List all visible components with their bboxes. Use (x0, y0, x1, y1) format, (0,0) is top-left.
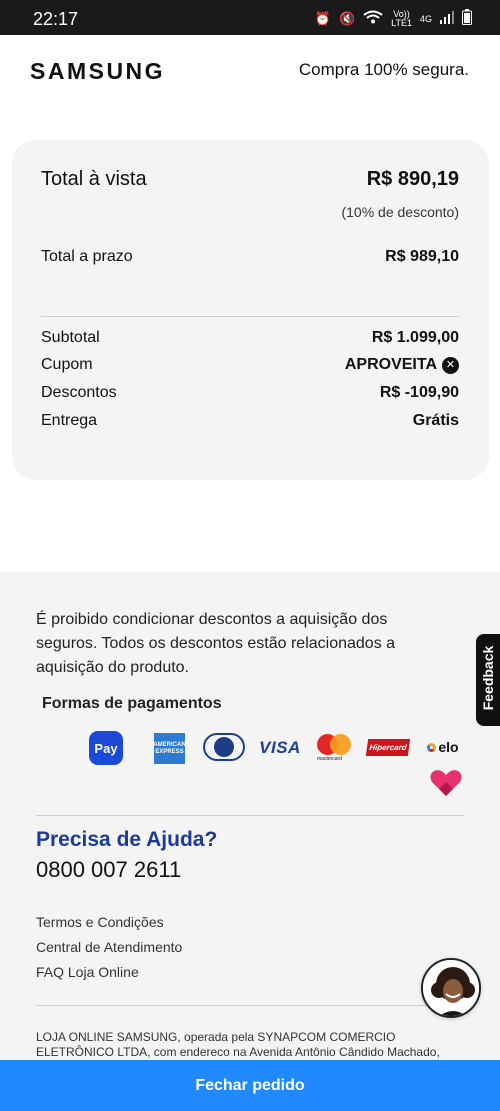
total-cash-row: Total à vista R$ 890,19 (41, 168, 459, 191)
subtotal-label: Subtotal (41, 329, 100, 346)
feedback-tab[interactable]: Feedback (476, 634, 500, 726)
chat-assistant-avatar[interactable] (421, 958, 481, 1018)
discount-note-row: (10% de desconto) (41, 204, 459, 220)
coupon-value: APROVEITA ✕ (345, 356, 459, 374)
footer: É proibido condicionar descontos a aquis… (0, 572, 500, 1111)
samsung-pay-text: Pay (94, 740, 118, 756)
hipercard-text: Hipercard (368, 743, 408, 752)
discounts-value: R$ -109,90 (379, 384, 459, 401)
feedback-label: Feedback (480, 645, 496, 711)
header: SAMSUNG Compra 100% segura. (0, 35, 500, 105)
total-cash-label: Total à vista (41, 168, 147, 190)
alarm-icon: ⏰ (314, 10, 331, 26)
delivery-row: Entrega Grátis (41, 412, 459, 430)
subtotal-value: R$ 1.099,00 (371, 329, 459, 346)
lte-label: LTE1 (391, 17, 412, 28)
coupon-row: Cupom APROVEITA ✕ (41, 356, 459, 374)
amex-text: AMERICAN EXPRESS (153, 741, 186, 755)
heart-payment-icon (429, 769, 463, 797)
total-installments-label: Total a prazo (41, 248, 133, 265)
diners-inner-circle (214, 737, 234, 757)
order-summary-card: Total à vista R$ 890,19 (10% de desconto… (12, 140, 489, 480)
mastercard-text: mastercard (317, 756, 343, 762)
samsung-pay-logo: Pay (89, 731, 123, 765)
payment-methods-title: Formas de pagamentos (42, 695, 222, 712)
mute-icon: 🔇 (338, 10, 356, 26)
delivery-value: Grátis (412, 412, 459, 429)
help-divider (36, 815, 464, 816)
mastercard-logo: mastercard (315, 732, 353, 762)
coupon-code: APROVEITA (344, 356, 437, 373)
status-icons: ⏰ 🔇 Vo)) LTE1 4G (315, 9, 472, 28)
terms-link[interactable]: Termos e Condições (36, 910, 182, 935)
net-type-label: 4G (419, 13, 432, 24)
signal-icon (440, 10, 454, 27)
help-phone-link[interactable]: 0800 007 2611 (36, 857, 181, 883)
diners-club-logo (203, 733, 245, 761)
samsung-logo[interactable]: SAMSUNG (30, 58, 165, 85)
status-bar: 22:17 ⏰ 🔇 Vo)) LTE1 4G (0, 0, 500, 35)
total-installments-row: Total a prazo R$ 989,10 (41, 248, 459, 266)
footer-divider (36, 1005, 464, 1006)
discount-note: (10% de desconto) (341, 204, 459, 220)
close-order-label: Fechar pedido (195, 1076, 305, 1094)
delivery-label: Entrega (41, 412, 98, 429)
network-indicator: Vo)) LTE1 (391, 9, 412, 28)
legal-notice: É proibido condicionar descontos a aquis… (36, 611, 396, 676)
hipercard-logo: Hipercard (365, 739, 411, 756)
faq-link[interactable]: FAQ Loja Online (36, 960, 182, 985)
total-installments-value: R$ 989,10 (385, 248, 459, 265)
secure-purchase-text: Compra 100% segura. (298, 60, 469, 79)
remove-coupon-icon[interactable]: ✕ (442, 356, 459, 374)
status-time: 22:17 (33, 9, 79, 29)
visa-logo: VISA (258, 737, 302, 759)
elo-text: elo (438, 739, 459, 755)
amex-logo: AMERICAN EXPRESS (153, 733, 186, 764)
total-cash-value: R$ 890,19 (366, 168, 459, 190)
discounts-label: Descontos (41, 384, 117, 401)
discounts-row: Descontos R$ -109,90 (41, 384, 459, 402)
help-title: Precisa de Ajuda? (36, 828, 218, 851)
visa-text: VISA (259, 738, 301, 757)
elo-logo: elo (424, 737, 462, 757)
wifi-icon (363, 10, 383, 27)
elo-circle-icon (427, 742, 437, 752)
summary-divider (41, 316, 459, 317)
footer-links: Termos e Condições Central de Atendiment… (36, 910, 182, 985)
close-order-button[interactable]: Fechar pedido (0, 1060, 500, 1111)
support-center-link[interactable]: Central de Atendimento (36, 935, 182, 960)
coupon-label: Cupom (41, 356, 93, 373)
mastercard-orange-circle (330, 734, 351, 755)
battery-icon (462, 9, 472, 28)
subtotal-row: Subtotal R$ 1.099,00 (41, 329, 459, 347)
